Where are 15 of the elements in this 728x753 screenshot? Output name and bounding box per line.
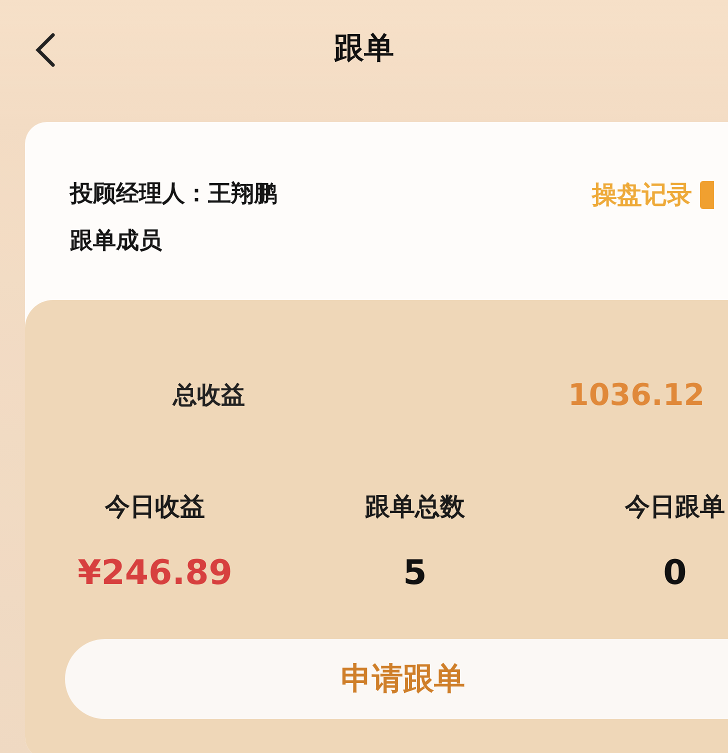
apply-button[interactable]: 申请跟单	[65, 639, 728, 719]
stat-value: 0	[663, 553, 687, 593]
stat-value: ¥246.89	[78, 553, 232, 593]
tag-icon	[700, 180, 714, 208]
page-title: 跟单	[334, 30, 394, 68]
total-income-label: 总收益	[173, 380, 246, 411]
trade-records-link[interactable]: 操盘记录	[592, 178, 714, 211]
stat-value: 5	[403, 553, 427, 593]
stat-label: 今日跟单	[625, 491, 725, 523]
stat-label: 今日收益	[105, 491, 205, 523]
members-label: 跟单成员	[70, 227, 162, 256]
manager-name: 投顾经理人：王翔鹏	[70, 180, 277, 209]
total-income-value: 1036.12	[568, 378, 705, 412]
back-icon[interactable]	[34, 32, 56, 68]
stat-label: 跟单总数	[365, 491, 465, 523]
